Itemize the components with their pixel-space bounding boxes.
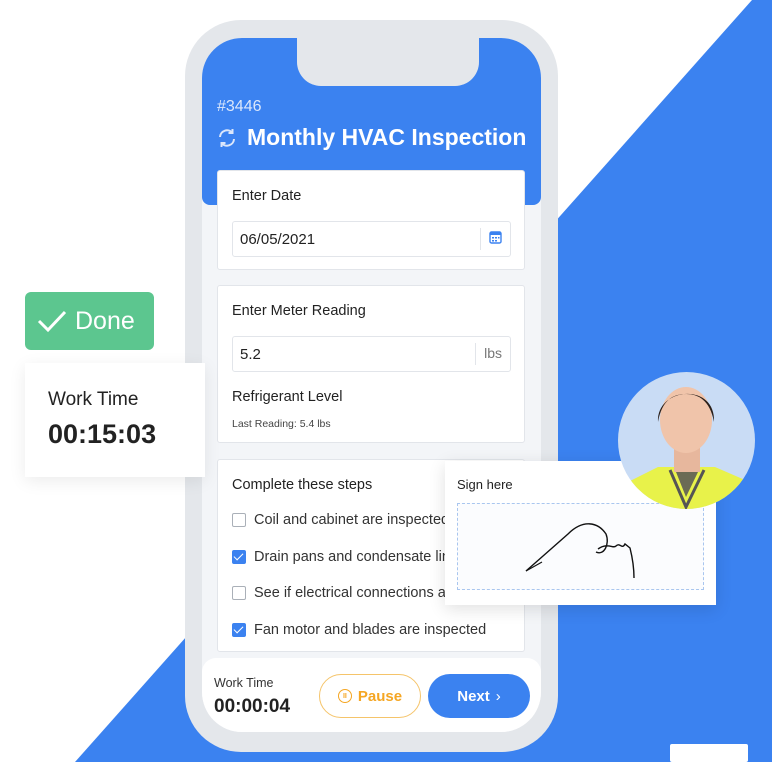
check-icon	[37, 310, 67, 333]
signature-pad[interactable]	[457, 503, 704, 590]
footer: Work Time 00:00:04 II Pause Next ›	[202, 658, 541, 732]
signature-label: Sign here	[457, 477, 513, 492]
step-item[interactable]: Drain pans and condensate lines	[232, 549, 465, 565]
title-text: Monthly HVAC Inspection	[247, 124, 527, 150]
pause-label: Pause	[357, 687, 403, 705]
checkbox[interactable]	[232, 550, 246, 564]
page-title: Monthly HVAC Inspection	[217, 124, 526, 151]
step-label: Drain pans and condensate lines	[254, 549, 466, 565]
date-label: Enter Date	[232, 188, 302, 204]
calendar-icon[interactable]	[480, 228, 510, 250]
pause-button[interactable]: II Pause	[319, 674, 421, 718]
step-item[interactable]: See if electrical connections are	[232, 585, 459, 601]
next-button[interactable]: Next ›	[428, 674, 530, 718]
date-value: 06/05/2021	[240, 231, 316, 248]
done-label: Done	[75, 306, 135, 335]
work-time-value: 00:00:04	[214, 696, 291, 717]
meter-value: 5.2	[240, 346, 261, 363]
steps-title: Complete these steps	[232, 477, 373, 493]
phone-mockup: #3446 Monthly HVAC Inspection Enter Date…	[185, 20, 558, 752]
unit-label: lbs	[475, 343, 510, 365]
checkbox[interactable]	[232, 623, 246, 637]
step-item[interactable]: Coil and cabinet are inspected	[232, 512, 449, 528]
checkbox[interactable]	[232, 586, 246, 600]
date-input[interactable]: 06/05/2021	[232, 221, 511, 257]
avatar	[618, 372, 755, 509]
meter-label: Enter Meter Reading	[232, 303, 366, 319]
chevron-right-icon: ›	[495, 687, 501, 705]
done-badge: Done	[25, 292, 154, 350]
date-card: Enter Date 06/05/2021	[217, 170, 525, 270]
step-label: Fan motor and blades are inspected	[254, 622, 487, 638]
refrigerant-label: Refrigerant Level	[232, 389, 343, 405]
signature-drawing	[525, 523, 635, 579]
pause-icon: II	[337, 689, 352, 703]
step-item[interactable]: Fan motor and blades are inspected	[232, 622, 486, 638]
meter-input[interactable]: 5.2 lbs	[232, 336, 511, 372]
next-label: Next	[457, 687, 490, 705]
work-time-card: Work Time 00:15:03	[25, 363, 205, 477]
step-label: See if electrical connections are	[254, 585, 459, 601]
work-time-card-label: Work Time	[48, 389, 139, 410]
notch	[297, 38, 479, 86]
phone-screen: #3446 Monthly HVAC Inspection Enter Date…	[202, 38, 541, 732]
last-reading: Last Reading: 5.4 lbs	[232, 418, 331, 430]
work-time-label: Work Time	[214, 676, 274, 690]
work-time-card-value: 00:15:03	[48, 419, 157, 449]
step-label: Coil and cabinet are inspected	[254, 512, 450, 528]
refresh-icon[interactable]	[217, 128, 237, 148]
checkbox[interactable]	[232, 513, 246, 527]
meter-card: Enter Meter Reading 5.2 lbs Refrigerant L…	[217, 285, 525, 443]
ticket-number: #3446	[217, 98, 262, 115]
